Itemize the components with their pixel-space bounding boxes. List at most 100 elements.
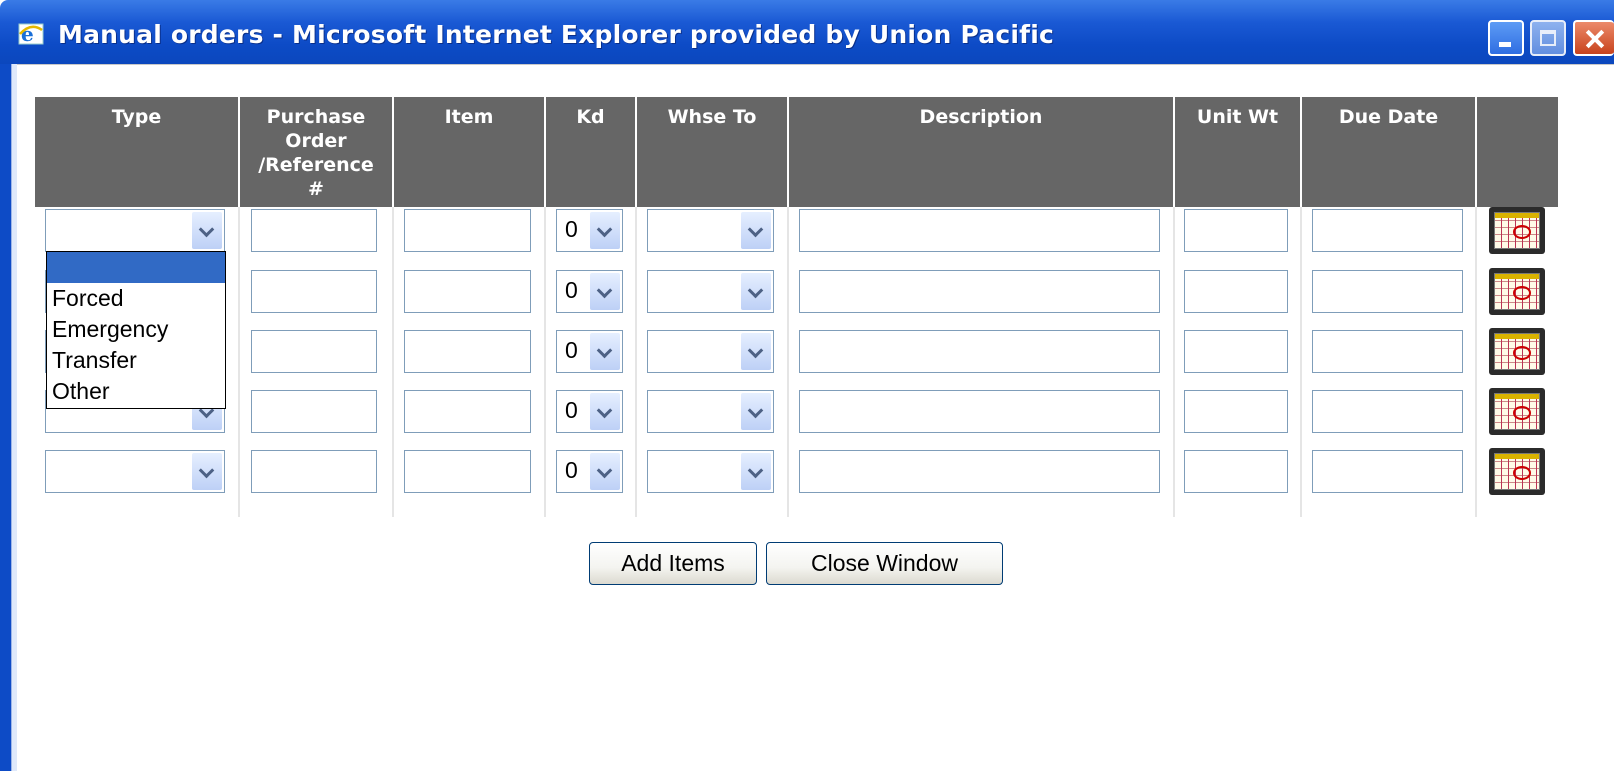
kd-value: 0 bbox=[565, 216, 578, 242]
kd-select[interactable]: 0 bbox=[556, 209, 623, 252]
ie-icon: e bbox=[18, 22, 44, 46]
chevron-down-icon[interactable] bbox=[192, 453, 222, 490]
type-dropdown-list[interactable]: Forced Emergency Transfer Other bbox=[46, 251, 226, 409]
calendar-face bbox=[1494, 393, 1540, 430]
unit-wt-input[interactable] bbox=[1184, 330, 1288, 373]
type-option-other[interactable]: Other bbox=[47, 376, 225, 407]
whse-to-select[interactable] bbox=[647, 390, 774, 433]
column-divider bbox=[1475, 207, 1477, 517]
purchase-order-input[interactable] bbox=[251, 390, 377, 433]
description-input[interactable] bbox=[799, 209, 1160, 252]
window-title: Manual orders - Microsoft Internet Explo… bbox=[58, 20, 1055, 49]
header-purchase-order: Purchase Order /Reference # bbox=[238, 97, 392, 207]
chevron-down-icon[interactable] bbox=[741, 453, 771, 490]
column-divider bbox=[238, 207, 240, 517]
calendar-icon[interactable] bbox=[1489, 207, 1545, 254]
column-divider bbox=[544, 207, 546, 517]
kd-select[interactable]: 0 bbox=[556, 330, 623, 373]
calendar-face bbox=[1494, 273, 1540, 310]
due-date-input[interactable] bbox=[1312, 450, 1463, 493]
window-border bbox=[0, 64, 11, 771]
column-divider bbox=[1300, 207, 1302, 517]
purchase-order-input[interactable] bbox=[251, 450, 377, 493]
type-option-forced[interactable]: Forced bbox=[47, 283, 225, 314]
item-input[interactable] bbox=[404, 450, 531, 493]
calendar-face bbox=[1494, 453, 1540, 490]
kd-value: 0 bbox=[565, 277, 578, 303]
kd-value: 0 bbox=[565, 397, 578, 423]
kd-value: 0 bbox=[565, 457, 578, 483]
due-date-input[interactable] bbox=[1312, 209, 1463, 252]
header-calendar bbox=[1475, 97, 1558, 207]
purchase-order-input[interactable] bbox=[251, 209, 377, 252]
whse-to-select[interactable] bbox=[647, 270, 774, 313]
chevron-down-icon[interactable] bbox=[590, 273, 620, 310]
whse-to-select[interactable] bbox=[647, 450, 774, 493]
due-date-input[interactable] bbox=[1312, 390, 1463, 433]
unit-wt-input[interactable] bbox=[1184, 209, 1288, 252]
kd-select[interactable]: 0 bbox=[556, 390, 623, 433]
kd-select[interactable]: 0 bbox=[556, 270, 623, 313]
header-kd: Kd bbox=[544, 97, 635, 207]
calendar-icon[interactable] bbox=[1489, 328, 1545, 375]
item-input[interactable] bbox=[404, 270, 531, 313]
minimize-button[interactable] bbox=[1488, 20, 1524, 56]
type-option-emergency[interactable]: Emergency bbox=[47, 314, 225, 345]
header-po-line2: Order bbox=[285, 130, 347, 152]
item-input[interactable] bbox=[404, 209, 531, 252]
maximize-button[interactable] bbox=[1530, 20, 1566, 56]
chevron-down-icon[interactable] bbox=[741, 212, 771, 249]
browser-window: e Manual orders - Microsoft Internet Exp… bbox=[0, 0, 1614, 772]
item-input[interactable] bbox=[404, 330, 531, 373]
header-po-line4: # bbox=[308, 178, 324, 200]
whse-to-select[interactable] bbox=[647, 330, 774, 373]
header-po-line1: Purchase bbox=[266, 106, 366, 128]
unit-wt-input[interactable] bbox=[1184, 450, 1288, 493]
chevron-down-icon[interactable] bbox=[741, 333, 771, 370]
due-date-input[interactable] bbox=[1312, 330, 1463, 373]
title-bar[interactable]: e Manual orders - Microsoft Internet Exp… bbox=[0, 0, 1614, 64]
header-type: Type bbox=[35, 97, 238, 207]
calendar-icon[interactable] bbox=[1489, 388, 1545, 435]
header-description: Description bbox=[787, 97, 1173, 207]
whse-to-select[interactable] bbox=[647, 209, 774, 252]
item-input[interactable] bbox=[404, 390, 531, 433]
header-whse-to: Whse To bbox=[635, 97, 787, 207]
unit-wt-input[interactable] bbox=[1184, 390, 1288, 433]
chevron-down-icon[interactable] bbox=[741, 393, 771, 430]
type-option-blank[interactable] bbox=[47, 252, 225, 283]
close-button[interactable] bbox=[1573, 20, 1614, 56]
description-input[interactable] bbox=[799, 270, 1160, 313]
header-po-line3: /Reference bbox=[258, 154, 374, 176]
calendar-face bbox=[1494, 333, 1540, 370]
chevron-down-icon[interactable] bbox=[192, 212, 222, 249]
chevron-down-icon[interactable] bbox=[590, 212, 620, 249]
kd-value: 0 bbox=[565, 337, 578, 363]
type-select[interactable] bbox=[45, 450, 225, 493]
kd-select[interactable]: 0 bbox=[556, 450, 623, 493]
close-window-button[interactable]: Close Window bbox=[766, 542, 1003, 585]
column-divider bbox=[392, 207, 394, 517]
type-select[interactable] bbox=[45, 209, 225, 252]
unit-wt-input[interactable] bbox=[1184, 270, 1288, 313]
chevron-down-icon[interactable] bbox=[590, 333, 620, 370]
description-input[interactable] bbox=[799, 450, 1160, 493]
calendar-icon[interactable] bbox=[1489, 448, 1545, 495]
purchase-order-input[interactable] bbox=[251, 270, 377, 313]
chevron-down-icon[interactable] bbox=[590, 453, 620, 490]
column-divider bbox=[787, 207, 789, 517]
chevron-down-icon[interactable] bbox=[590, 393, 620, 430]
column-divider bbox=[635, 207, 637, 517]
column-divider bbox=[1173, 207, 1175, 517]
description-input[interactable] bbox=[799, 330, 1160, 373]
description-input[interactable] bbox=[799, 390, 1160, 433]
add-items-button[interactable]: Add Items bbox=[589, 542, 757, 585]
header-item: Item bbox=[392, 97, 544, 207]
calendar-face bbox=[1494, 212, 1540, 249]
header-due-date: Due Date bbox=[1300, 97, 1475, 207]
purchase-order-input[interactable] bbox=[251, 330, 377, 373]
type-option-transfer[interactable]: Transfer bbox=[47, 345, 225, 376]
chevron-down-icon[interactable] bbox=[741, 273, 771, 310]
due-date-input[interactable] bbox=[1312, 270, 1463, 313]
calendar-icon[interactable] bbox=[1489, 268, 1545, 315]
